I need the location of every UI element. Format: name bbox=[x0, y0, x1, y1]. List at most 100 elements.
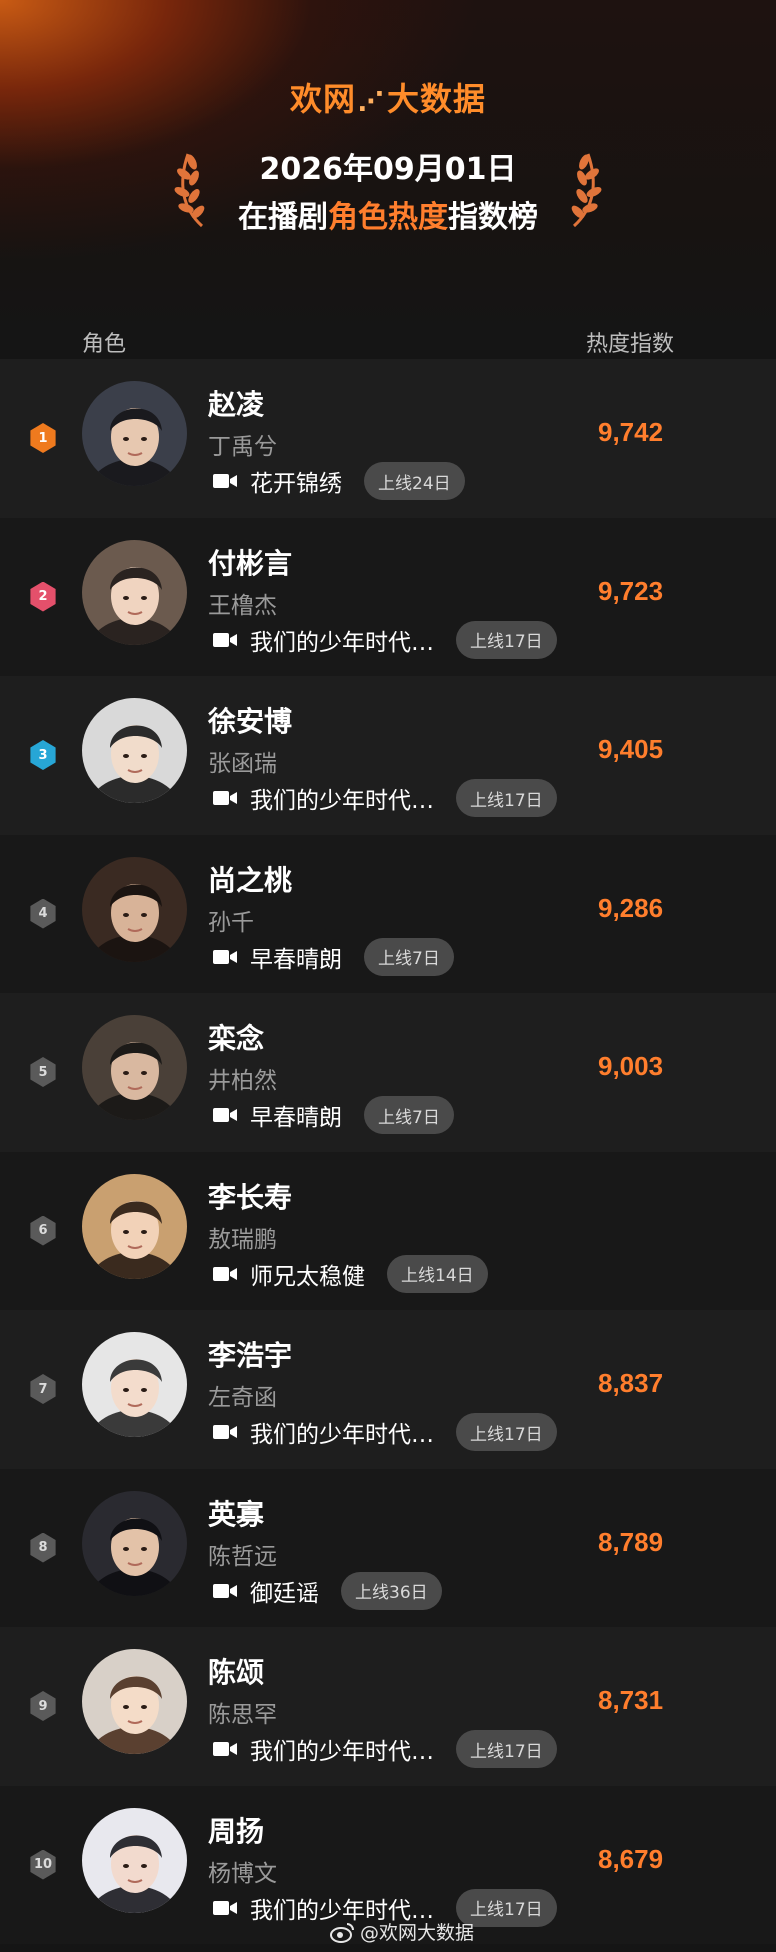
show-title: 早春晴朗 bbox=[250, 946, 342, 973]
show-title: 我们的少年时代… bbox=[250, 788, 434, 814]
avatar[interactable] bbox=[82, 539, 187, 645]
actor-name: 丁禹兮 bbox=[208, 434, 277, 460]
brand-name-right: 大数据 bbox=[387, 80, 487, 118]
show-title: 花开锦绣 bbox=[250, 471, 342, 497]
actor-name: 张函瑞 bbox=[208, 751, 277, 777]
character-name: 栾念 bbox=[208, 1022, 265, 1055]
actor-name: 左奇函 bbox=[208, 1385, 277, 1411]
online-days-badge: 上线7日 bbox=[364, 937, 454, 976]
ranking-list: 1 赵凌 丁禹兮 花开锦绣 上线24日 9,742 2 付彬言 王橹杰 我们的少… bbox=[0, 359, 776, 1944]
video-camera-icon bbox=[213, 1583, 237, 1598]
title-prefix: 在播剧 bbox=[238, 200, 328, 235]
online-days-badge: 上线17日 bbox=[456, 779, 557, 817]
character-name: 赵凌 bbox=[208, 388, 265, 421]
report-title: 在播剧角色热度指数榜 bbox=[0, 192, 776, 236]
character-name: 李长寿 bbox=[208, 1180, 293, 1214]
character-name: 英寡 bbox=[208, 1497, 265, 1531]
character-name: 付彬言 bbox=[208, 546, 293, 580]
show-title: 御廷谣 bbox=[250, 1580, 319, 1607]
avatar-portrait-icon bbox=[82, 1490, 187, 1596]
ranking-row[interactable]: 5 栾念 井柏然 早春晴朗 上线7日 9,003 bbox=[0, 993, 776, 1152]
rank-badge: 1 bbox=[30, 423, 56, 453]
online-days-badge: 上线7日 bbox=[364, 1096, 454, 1134]
show-info: 我们的少年时代… 上线17日 bbox=[212, 1730, 557, 1768]
show-info: 早春晴朗 上线7日 bbox=[212, 937, 454, 976]
avatar[interactable] bbox=[82, 1173, 187, 1279]
video-camera-icon bbox=[213, 1900, 237, 1915]
video-camera-icon bbox=[213, 632, 237, 647]
heat-score: 8,679 bbox=[598, 1843, 664, 1874]
video-camera-icon bbox=[213, 1425, 237, 1439]
avatar-portrait-icon bbox=[82, 856, 187, 962]
online-days-badge: 上线17日 bbox=[456, 620, 557, 659]
actor-name: 陈哲远 bbox=[208, 1543, 277, 1570]
avatar-portrait-icon bbox=[82, 1015, 187, 1120]
show-info: 花开锦绣 上线24日 bbox=[212, 462, 465, 500]
avatar[interactable] bbox=[82, 1649, 187, 1754]
video-camera-icon bbox=[213, 1108, 237, 1122]
weibo-icon bbox=[330, 1922, 354, 1943]
ranking-row[interactable]: 8 英寡 陈哲远 御廷谣 上线36日 8,789 bbox=[0, 1468, 776, 1627]
title-suffix: 指数榜 bbox=[448, 200, 538, 235]
heat-score: 9,723 bbox=[598, 575, 664, 606]
rank-badge: 6 bbox=[30, 1215, 56, 1246]
video-camera-icon bbox=[213, 791, 237, 805]
character-name: 陈颂 bbox=[208, 1656, 265, 1689]
rank-badge: 9 bbox=[30, 1691, 56, 1721]
rank-badge: 3 bbox=[30, 740, 56, 770]
video-camera-icon bbox=[213, 949, 237, 964]
ranking-row[interactable]: 2 付彬言 王橹杰 我们的少年时代… 上线17日 9,723 bbox=[0, 517, 776, 676]
actor-name: 孙千 bbox=[208, 909, 254, 936]
online-days-badge: 上线36日 bbox=[341, 1571, 442, 1610]
online-days-badge: 上线17日 bbox=[456, 1413, 557, 1451]
video-camera-icon bbox=[213, 1742, 237, 1756]
actor-name: 井柏然 bbox=[208, 1068, 277, 1094]
online-days-badge: 上线17日 bbox=[456, 1730, 557, 1768]
heat-score: 9,286 bbox=[598, 892, 664, 923]
ranking-row[interactable]: 6 李长寿 敖瑞鹏 师兄太稳健 上线14日 bbox=[0, 1151, 776, 1310]
heat-score: 9,405 bbox=[598, 734, 664, 764]
footer-watermark: @欢网大数据 bbox=[330, 1918, 474, 1945]
show-info: 我们的少年时代… 上线17日 bbox=[212, 779, 557, 817]
avatar-portrait-icon bbox=[82, 698, 187, 803]
show-info: 我们的少年时代… 上线17日 bbox=[212, 1413, 557, 1451]
avatar-portrait-icon bbox=[82, 1332, 187, 1437]
header-banner: 欢网⋰大数据 2026年09月01日 在播剧角色热度指数榜 bbox=[0, 0, 776, 330]
show-title: 我们的少年时代… bbox=[250, 1422, 434, 1448]
rank-badge: 5 bbox=[30, 1057, 56, 1087]
heat-score: 8,789 bbox=[598, 1526, 664, 1557]
actor-name: 杨博文 bbox=[208, 1860, 277, 1887]
brand-name-left: 欢网 bbox=[289, 80, 356, 118]
ranking-row[interactable]: 4 尚之桃 孙千 早春晴朗 上线7日 9,286 bbox=[0, 834, 776, 993]
rank-badge: 7 bbox=[30, 1374, 56, 1404]
character-name: 李浩宇 bbox=[208, 1339, 293, 1372]
watermark-text: @欢网大数据 bbox=[360, 1922, 475, 1944]
avatar[interactable] bbox=[82, 1490, 187, 1596]
character-name: 徐安博 bbox=[208, 705, 293, 738]
video-camera-icon bbox=[213, 474, 237, 488]
avatar[interactable] bbox=[82, 1332, 187, 1437]
rank-badge: 10 bbox=[30, 1849, 56, 1880]
show-info: 师兄太稳健 上线14日 bbox=[212, 1254, 488, 1293]
show-info: 我们的少年时代… 上线17日 bbox=[212, 620, 557, 659]
brand-logo: 欢网⋰大数据 bbox=[0, 74, 776, 120]
avatar[interactable] bbox=[82, 1807, 187, 1913]
heat-score: 8,837 bbox=[598, 1368, 664, 1398]
actor-name: 敖瑞鹏 bbox=[208, 1226, 277, 1253]
avatar[interactable] bbox=[82, 381, 187, 486]
ranking-row[interactable]: 3 徐安博 张函瑞 我们的少年时代… 上线17日 9,405 bbox=[0, 676, 776, 835]
avatar-portrait-icon bbox=[82, 1173, 187, 1279]
ranking-row[interactable]: 1 赵凌 丁禹兮 花开锦绣 上线24日 9,742 bbox=[0, 359, 776, 518]
avatar[interactable] bbox=[82, 856, 187, 962]
ranking-row[interactable]: 7 李浩宇 左奇函 我们的少年时代… 上线17日 8,837 bbox=[0, 1310, 776, 1469]
avatar[interactable] bbox=[82, 698, 187, 803]
actor-name: 陈思罕 bbox=[208, 1702, 277, 1728]
avatar[interactable] bbox=[82, 1015, 187, 1120]
ranking-row[interactable]: 9 陈颂 陈思罕 我们的少年时代… 上线17日 8,731 bbox=[0, 1627, 776, 1786]
show-title: 早春晴朗 bbox=[250, 1105, 342, 1131]
heat-score: 9,003 bbox=[598, 1051, 664, 1081]
show-info: 早春晴朗 上线7日 bbox=[212, 1096, 454, 1134]
character-name: 周扬 bbox=[208, 1814, 265, 1848]
show-title: 我们的少年时代… bbox=[250, 629, 434, 656]
avatar-portrait-icon bbox=[82, 1649, 187, 1754]
